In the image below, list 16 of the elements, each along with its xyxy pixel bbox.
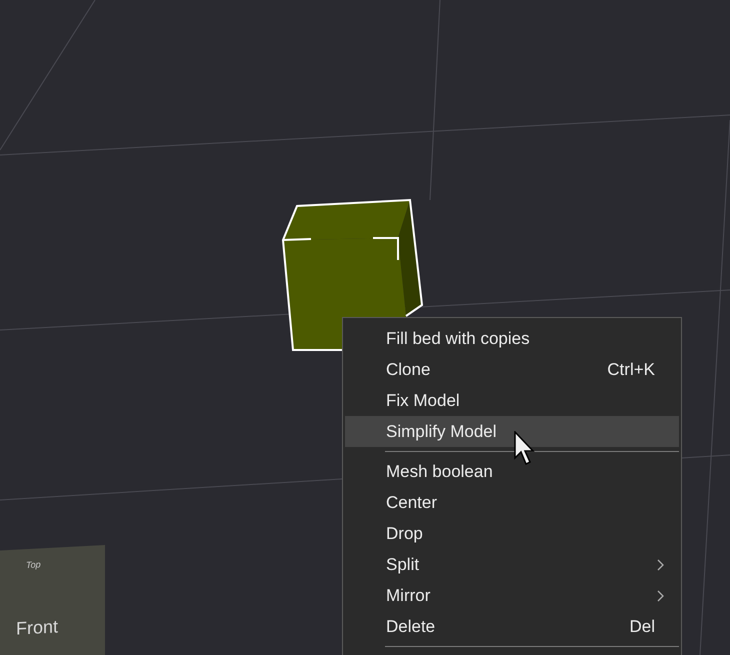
shortcut-label: Del [629, 616, 655, 638]
menu-item[interactable]: Center [345, 487, 679, 518]
menu-item[interactable]: Mirror [345, 580, 679, 611]
front-label: Front [16, 615, 58, 641]
top-label: Top [26, 558, 41, 572]
menu-item[interactable]: Fix Model [345, 385, 679, 416]
menu-item[interactable]: Mesh boolean [345, 456, 679, 487]
menu-item[interactable]: Split [345, 549, 679, 580]
view-cube[interactable]: Top Front [0, 544, 105, 655]
mouse-cursor-icon [514, 431, 536, 467]
menu-item[interactable]: Fill bed with copies [345, 323, 679, 354]
menu-item[interactable]: Delete Del [345, 611, 679, 642]
shortcut-label: Ctrl+K [607, 358, 655, 381]
menu-item[interactable]: Simplify Model [345, 416, 679, 447]
menu-item[interactable]: Clone Ctrl+K [345, 354, 679, 385]
menu-item[interactable]: Drop [345, 518, 679, 549]
